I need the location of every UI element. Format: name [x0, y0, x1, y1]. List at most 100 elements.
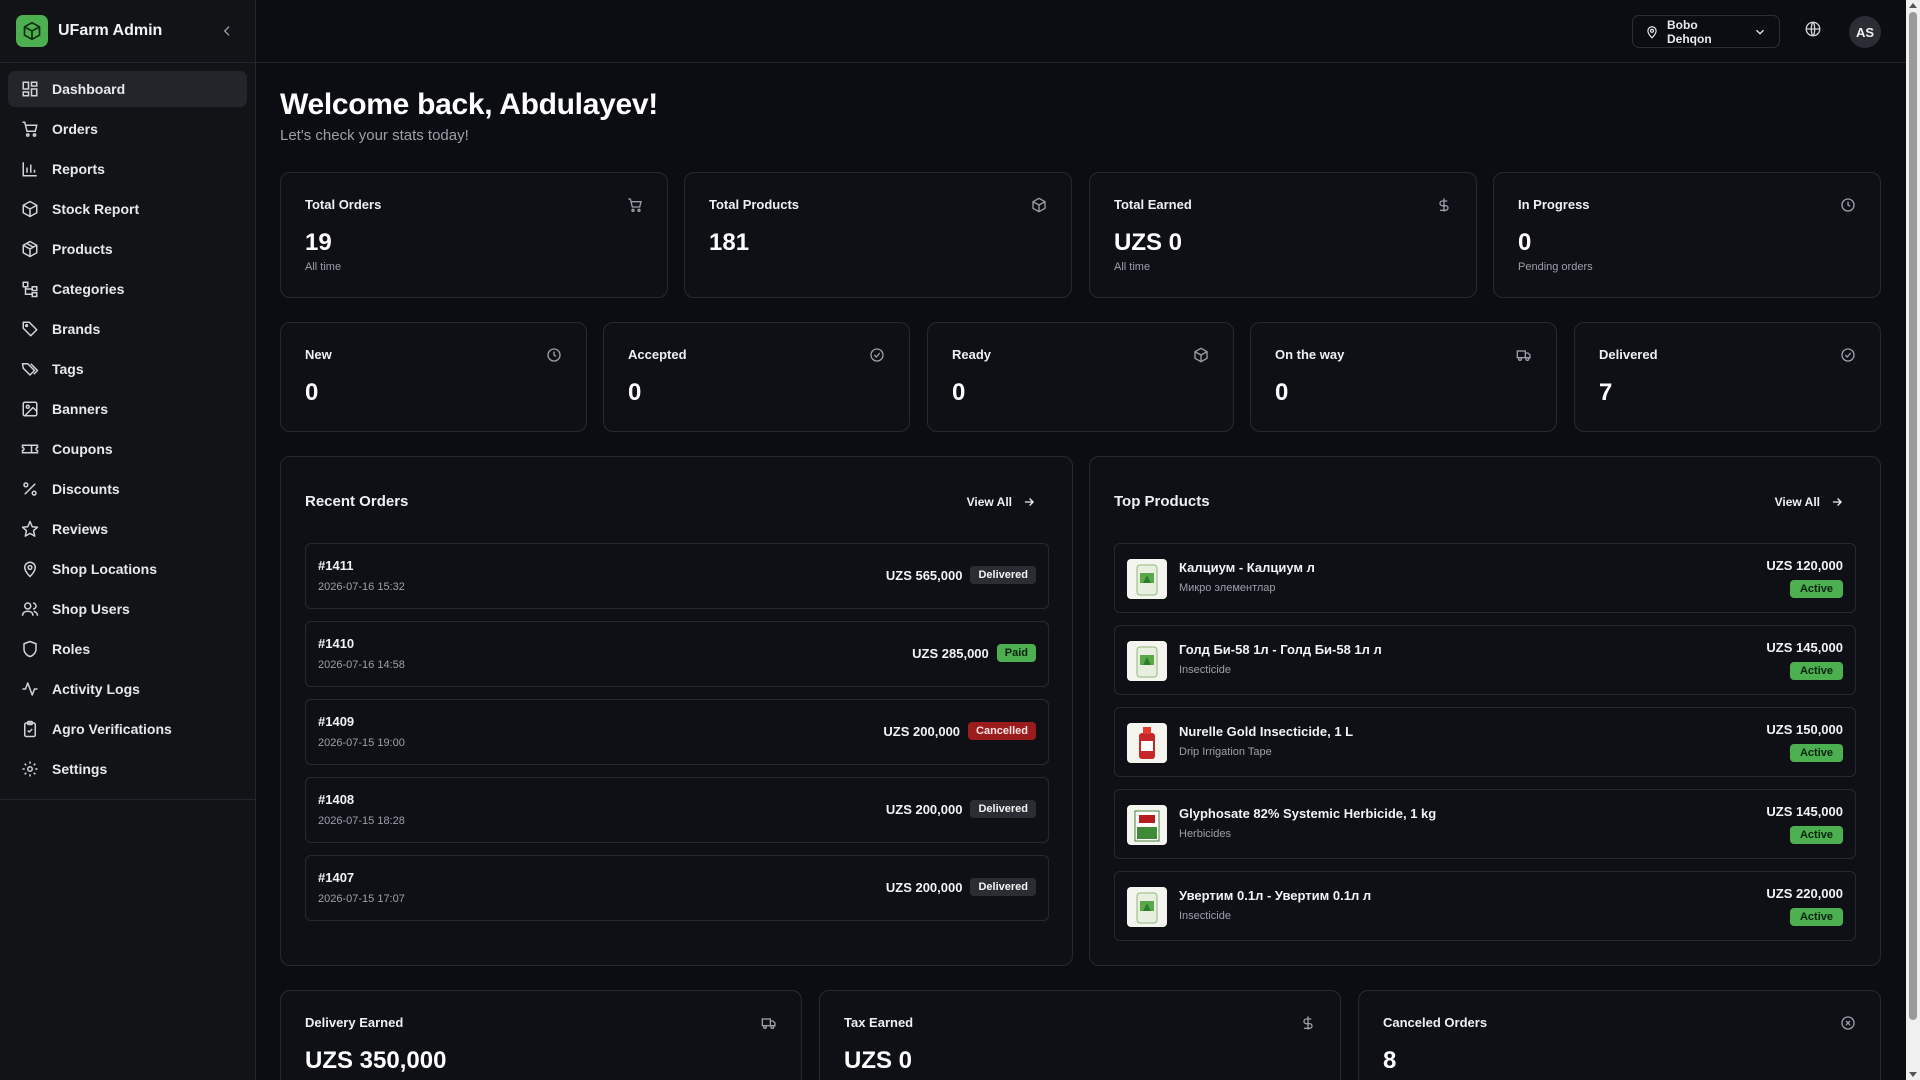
arrow-right-icon	[1832, 498, 1842, 506]
stat-value: 7	[1599, 379, 1613, 406]
recent-orders-view-all-button[interactable]: View All	[967, 495, 1036, 509]
gear-icon	[20, 759, 40, 779]
sidebar-item-settings[interactable]: Settings	[8, 751, 247, 787]
order-date: 2026-07-16 14:58	[318, 659, 405, 671]
sidebar-item-orders[interactable]: Orders	[8, 111, 247, 147]
product-category: Herbicides	[1179, 828, 1231, 840]
sidebar-item-label: Agro Verifications	[52, 721, 172, 737]
sidebar-item-activity-logs[interactable]: Activity Logs	[8, 671, 247, 707]
table-row[interactable]: #1408 2026-07-15 18:28 UZS 200,000 Delive…	[305, 777, 1049, 843]
location-select[interactable]: Bobo Dehqon	[1632, 15, 1780, 48]
stat-value: 0	[1518, 229, 1532, 256]
brand-header: UFarm Admin	[0, 0, 255, 63]
sidebar: UFarm Admin Dashboard Orders Reports Sto…	[0, 0, 256, 1080]
top-products-title: Top Products	[1114, 493, 1210, 510]
product-thumbnail	[1127, 887, 1167, 927]
sidebar-item-reviews[interactable]: Reviews	[8, 511, 247, 547]
tags-icon	[20, 359, 40, 379]
sidebar-item-categories[interactable]: Categories	[8, 271, 247, 307]
table-row[interactable]: #1407 2026-07-15 17:07 UZS 200,000 Delive…	[305, 855, 1049, 921]
product-price: UZS 145,000	[1766, 640, 1843, 655]
sidebar-item-roles[interactable]: Roles	[8, 631, 247, 667]
sidebar-item-label: Orders	[52, 121, 98, 137]
order-id: #1409	[318, 714, 355, 729]
page-title: Welcome back, Abdulayev!	[280, 88, 658, 121]
cart-icon	[627, 197, 643, 213]
list-item[interactable]: Glyphosate 82% Systemic Herbicide, 1 kg …	[1114, 789, 1856, 859]
sidebar-nav: Dashboard Orders Reports Stock Report Pr…	[0, 63, 255, 800]
table-row[interactable]: #1411 2026-07-16 15:32 UZS 565,000 Delive…	[305, 543, 1049, 609]
product-category: Insecticide	[1179, 910, 1231, 922]
status-badge: Cancelled	[968, 722, 1036, 740]
stat-card-in-progress: In Progress 0 Pending orders	[1493, 172, 1881, 298]
sidebar-item-discounts[interactable]: Discounts	[8, 471, 247, 507]
order-id: #1410	[318, 636, 355, 651]
sidebar-item-dashboard[interactable]: Dashboard	[8, 71, 247, 107]
sidebar-item-tags[interactable]: Tags	[8, 351, 247, 387]
order-date: 2026-07-15 17:07	[318, 893, 405, 905]
list-item[interactable]: Голд Би-58 1л - Голд Би-58 1л л Insectic…	[1114, 625, 1856, 695]
sidebar-item-coupons[interactable]: Coupons	[8, 431, 247, 467]
app-logo-icon	[16, 15, 48, 47]
order-amount: UZS 200,000	[885, 801, 963, 817]
scroll-down-arrow[interactable]	[1909, 1072, 1917, 1077]
stat-title: Total Orders	[305, 197, 382, 212]
page-subtitle: Let's check your stats today!	[280, 127, 469, 144]
sidebar-item-brands[interactable]: Brands	[8, 311, 247, 347]
stat-value: UZS 350,000	[305, 1047, 447, 1074]
product-price: UZS 120,000	[1766, 558, 1843, 573]
order-id: #1408	[318, 792, 355, 807]
sidebar-item-shop-locations[interactable]: Shop Locations	[8, 551, 247, 587]
status-badge: Delivered	[970, 800, 1036, 818]
bar-chart-icon	[20, 159, 40, 179]
language-globe-icon[interactable]	[1804, 20, 1826, 42]
sidebar-item-shop-users[interactable]: Shop Users	[8, 591, 247, 627]
sidebar-item-products[interactable]: Products	[8, 231, 247, 267]
sidebar-item-label: Reviews	[52, 521, 109, 537]
product-name: Голд Би-58 1л - Голд Би-58 1л л	[1179, 642, 1382, 657]
sidebar-item-label: Products	[52, 241, 113, 257]
product-name: Калциум - Калциум л	[1179, 560, 1315, 575]
package-icon	[1193, 347, 1209, 363]
table-row[interactable]: #1409 2026-07-15 19:00 UZS 200,000 Cancel…	[305, 699, 1049, 765]
sidebar-item-agro-verifications[interactable]: Agro Verifications	[8, 711, 247, 747]
scroll-thumb[interactable]	[1909, 12, 1917, 1020]
scroll-up-arrow[interactable]	[1909, 3, 1917, 8]
sidebar-item-banners[interactable]: Banners	[8, 391, 247, 427]
sidebar-item-label: Shop Users	[52, 601, 130, 617]
order-amount: UZS 565,000	[885, 567, 963, 583]
sidebar-item-label: Coupons	[52, 441, 113, 457]
table-row[interactable]: #1410 2026-07-16 14:58 UZS 285,000 Paid	[305, 621, 1049, 687]
product-category: Insecticide	[1179, 664, 1231, 676]
sidebar-item-label: Tags	[52, 361, 84, 377]
sidebar-item-label: Brands	[52, 321, 101, 337]
stat-title: Delivery Earned	[305, 1015, 404, 1030]
status-badge: Active	[1789, 662, 1843, 680]
stat-card-total-earned: Total Earned UZS 0 All time	[1089, 172, 1477, 298]
product-thumbnail	[1127, 805, 1167, 845]
list-item[interactable]: Калциум - Калциум л Микро элементлар UZS…	[1114, 543, 1856, 613]
cart-icon	[20, 119, 40, 139]
stat-note: All time	[305, 261, 342, 273]
page-scrollbar[interactable]	[1906, 0, 1920, 1080]
tag-icon	[20, 319, 40, 339]
clock-icon	[546, 347, 562, 363]
stat-title: On the way	[1275, 347, 1345, 362]
sidebar-item-reports[interactable]: Reports	[8, 151, 247, 187]
product-category: Drip Irrigation Tape	[1179, 746, 1272, 758]
sidebar-item-label: Categories	[52, 281, 125, 297]
status-badge: Active	[1789, 580, 1843, 598]
stat-value: 0	[952, 379, 966, 406]
map-pin-icon	[1647, 25, 1657, 39]
avatar[interactable]: AS	[1849, 16, 1881, 48]
list-item[interactable]: Nurelle Gold Insecticide, 1 L Drip Irrig…	[1114, 707, 1856, 777]
status-badge: Active	[1789, 744, 1843, 762]
product-name: Увертим 0.1л - Увертим 0.1л л	[1179, 888, 1372, 903]
top-products-view-all-button[interactable]: View All	[1775, 495, 1844, 509]
stat-title: Accepted	[628, 347, 687, 362]
sidebar-item-stock-report[interactable]: Stock Report	[8, 191, 247, 227]
list-item[interactable]: Увертим 0.1л - Увертим 0.1л л Insecticid…	[1114, 871, 1856, 941]
percent-icon	[20, 479, 40, 499]
shield-icon	[20, 639, 40, 659]
sidebar-collapse-button[interactable]	[215, 19, 239, 43]
